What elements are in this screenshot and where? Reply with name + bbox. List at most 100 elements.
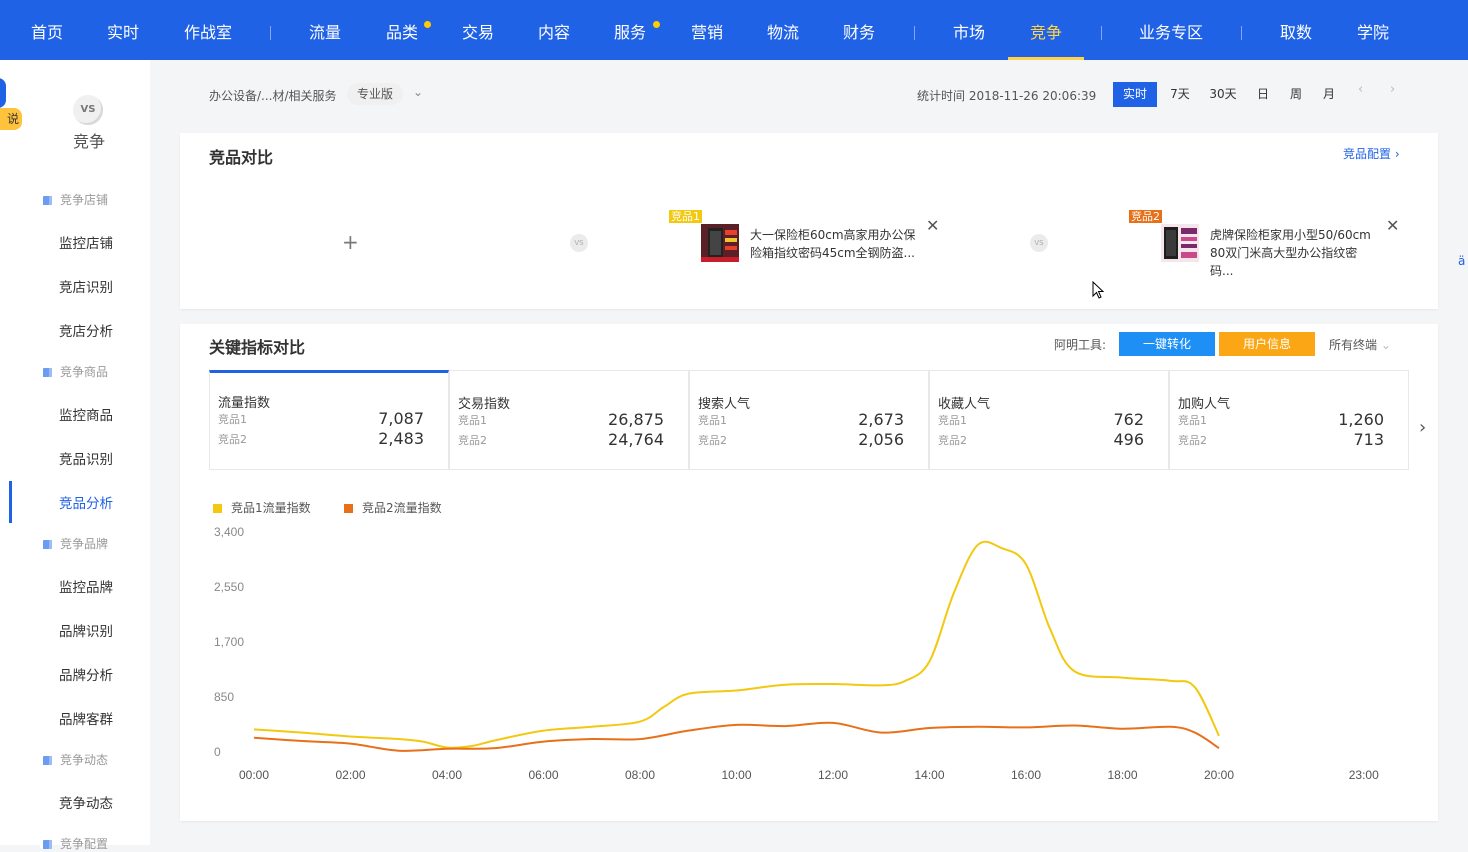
sidebar-item-identify-products[interactable]: 竞品识别 bbox=[59, 451, 113, 469]
nav-competition[interactable]: 竞争 bbox=[1008, 0, 1084, 60]
nav-academy[interactable]: 学院 bbox=[1354, 0, 1392, 60]
add-product-icon[interactable]: + bbox=[342, 230, 359, 254]
next-period-icon[interactable]: › bbox=[1390, 82, 1395, 97]
nav-service[interactable]: 服务 bbox=[611, 0, 649, 60]
nav-separator bbox=[914, 26, 915, 40]
nav-separator bbox=[1101, 26, 1102, 40]
series-line-1[interactable] bbox=[253, 540, 1220, 749]
legend-series-2[interactable]: 竞品2流量指数 bbox=[344, 499, 442, 516]
sidebar-item-identify-shops[interactable]: 竞店识别 bbox=[59, 279, 113, 297]
terminal-select[interactable]: 所有终端 ⌄ bbox=[1329, 336, 1391, 353]
product-2-name[interactable]: 虎牌保险柜家用小型50/60cm 80双门米高大型办公指纹密码... bbox=[1210, 226, 1380, 280]
nav-warroom[interactable]: 作战室 bbox=[180, 0, 236, 60]
remove-product-1-icon[interactable]: ✕ bbox=[926, 216, 939, 235]
compare-card: 竞品对比 竞品配置 › + VS 竞品1 大一保险柜60cm高家用办公保险箱指纹… bbox=[180, 133, 1438, 309]
sidebar-item-monitor-products[interactable]: 监控商品 bbox=[59, 407, 113, 425]
metric-name: 搜索人气 bbox=[698, 397, 751, 412]
traffic-line-chart: 3,400 2,550 1,700 850 0 00:00 02:00 04:00 06:00 0… bbox=[214, 525, 1379, 782]
nav-trade[interactable]: 交易 bbox=[459, 0, 497, 60]
sidebar-item-brand-customers[interactable]: 品牌客群 bbox=[59, 711, 113, 729]
metric-name: 加购人气 bbox=[1178, 397, 1231, 412]
metric-card-trade[interactable]: 交易指数 竞品1 竞品2 26,875 24,764 bbox=[449, 370, 689, 470]
metric-name: 交易指数 bbox=[458, 397, 511, 412]
sidebar-item-monitor-shops[interactable]: 监控店铺 bbox=[59, 235, 113, 253]
notification-dot-icon bbox=[653, 21, 660, 28]
product-1-name[interactable]: 大一保险柜60cm高家用办公保险箱指纹密码45cm全钢防盗... bbox=[750, 226, 920, 262]
sidebar-item-monitor-brands[interactable]: 监控品牌 bbox=[59, 579, 113, 597]
x-tick-label: 23:00 bbox=[1349, 768, 1379, 782]
metric-value-a: 2,673 bbox=[858, 410, 904, 429]
nav-traffic[interactable]: 流量 bbox=[306, 0, 344, 60]
nav-business-zone[interactable]: 业务专区 bbox=[1136, 0, 1206, 60]
metric-card-traffic[interactable]: 流量指数 竞品1 竞品2 7,087 2,483 bbox=[209, 370, 449, 470]
sidebar-group-brands: 竞争品牌 bbox=[40, 536, 108, 552]
module-title: 竞争 bbox=[72, 132, 105, 151]
metric-value-a: 26,875 bbox=[608, 410, 664, 429]
metric-name: 流量指数 bbox=[218, 396, 271, 411]
metric-label-b: 竞品2 bbox=[218, 433, 247, 446]
metric-label-b: 竞品2 bbox=[938, 434, 967, 447]
edition-badge: 专业版 bbox=[347, 83, 403, 105]
prev-period-icon[interactable]: ‹ bbox=[1358, 82, 1363, 97]
metric-card-search[interactable]: 搜索人气 竞品1 竞品2 2,673 2,056 bbox=[689, 370, 929, 470]
tab-day[interactable]: 日 bbox=[1253, 82, 1273, 107]
building-icon bbox=[40, 365, 52, 377]
tab-realtime[interactable]: 实时 bbox=[1113, 82, 1157, 107]
help-badge[interactable]: 说明 bbox=[0, 108, 22, 130]
metric-label-a: 竞品1 bbox=[698, 414, 727, 427]
sidebar-group-products: 竞争商品 bbox=[40, 364, 108, 380]
series-line-2[interactable] bbox=[253, 721, 1220, 752]
sidebar-item-analyze-brands[interactable]: 品牌分析 bbox=[59, 667, 113, 685]
x-tick-label: 02:00 bbox=[335, 768, 365, 782]
nav-marketing[interactable]: 营销 bbox=[688, 0, 726, 60]
product-1-thumbnail[interactable] bbox=[701, 224, 739, 262]
tab-30days[interactable]: 30天 bbox=[1205, 82, 1241, 107]
x-tick-label: 18:00 bbox=[1107, 768, 1137, 782]
user-info-button[interactable]: 用户信息 bbox=[1219, 332, 1315, 356]
metric-value-b: 496 bbox=[1113, 430, 1144, 449]
nav-finance[interactable]: 财务 bbox=[840, 0, 878, 60]
legend-series-1[interactable]: 竞品1流量指数 bbox=[213, 499, 311, 516]
x-tick-label: 20:00 bbox=[1204, 768, 1234, 782]
y-tick-label: 1,700 bbox=[214, 635, 244, 649]
edge-link-icon[interactable]: ä bbox=[1458, 254, 1465, 268]
sidebar-item-identify-brands[interactable]: 品牌识别 bbox=[59, 623, 113, 641]
metric-card-addcart[interactable]: 加购人气 竞品1 竞品2 1,260 713 bbox=[1169, 370, 1409, 470]
metric-label-a: 竞品1 bbox=[1178, 414, 1207, 427]
nav-category[interactable]: 品类 bbox=[383, 0, 421, 60]
one-click-convert-button[interactable]: 一键转化 bbox=[1119, 332, 1215, 356]
sidebar-item-dynamics[interactable]: 竞争动态 bbox=[59, 795, 113, 813]
product-config-link[interactable]: 竞品配置 › bbox=[1343, 145, 1400, 162]
nav-data-fetch[interactable]: 取数 bbox=[1277, 0, 1315, 60]
metric-card-favorites[interactable]: 收藏人气 竞品1 竞品2 762 496 bbox=[929, 370, 1169, 470]
sidebar-item-analyze-products[interactable]: 竞品分析 bbox=[59, 495, 113, 513]
legend-swatch bbox=[344, 504, 353, 513]
product-2-thumbnail[interactable] bbox=[1161, 224, 1199, 262]
product-1-tag: 竞品1 bbox=[669, 210, 702, 223]
building-icon bbox=[40, 837, 52, 849]
nav-home[interactable]: 首页 bbox=[28, 0, 66, 60]
tab-week[interactable]: 周 bbox=[1286, 82, 1306, 107]
metric-label-b: 竞品2 bbox=[458, 434, 487, 447]
nav-content[interactable]: 内容 bbox=[535, 0, 573, 60]
building-icon bbox=[40, 537, 52, 549]
metric-label-b: 竞品2 bbox=[698, 434, 727, 447]
nav-realtime[interactable]: 实时 bbox=[104, 0, 142, 60]
tab-7days[interactable]: 7天 bbox=[1165, 82, 1195, 107]
breadcrumb[interactable]: 办公设备/...材/相关服务 bbox=[209, 87, 337, 104]
sidebar-item-analyze-shops[interactable]: 竞店分析 bbox=[59, 323, 113, 341]
tab-month[interactable]: 月 bbox=[1319, 82, 1339, 107]
y-tick-label: 3,400 bbox=[214, 525, 244, 539]
vs-icon: VS bbox=[570, 234, 588, 252]
remove-product-2-icon[interactable]: ✕ bbox=[1386, 216, 1399, 235]
nav-logistics[interactable]: 物流 bbox=[764, 0, 802, 60]
stat-time: 统计时间 2018-11-26 20:06:39 bbox=[917, 89, 1097, 103]
mouse-cursor-icon bbox=[1092, 281, 1104, 299]
notification-dot-icon bbox=[424, 21, 431, 28]
nav-market[interactable]: 市场 bbox=[950, 0, 988, 60]
help-tab-icon[interactable] bbox=[0, 78, 6, 108]
chevron-down-icon[interactable]: ⌄ bbox=[413, 85, 423, 99]
y-tick-label: 0 bbox=[214, 745, 221, 759]
legend-swatch bbox=[213, 504, 222, 513]
metrics-next-icon[interactable]: › bbox=[1419, 417, 1426, 438]
